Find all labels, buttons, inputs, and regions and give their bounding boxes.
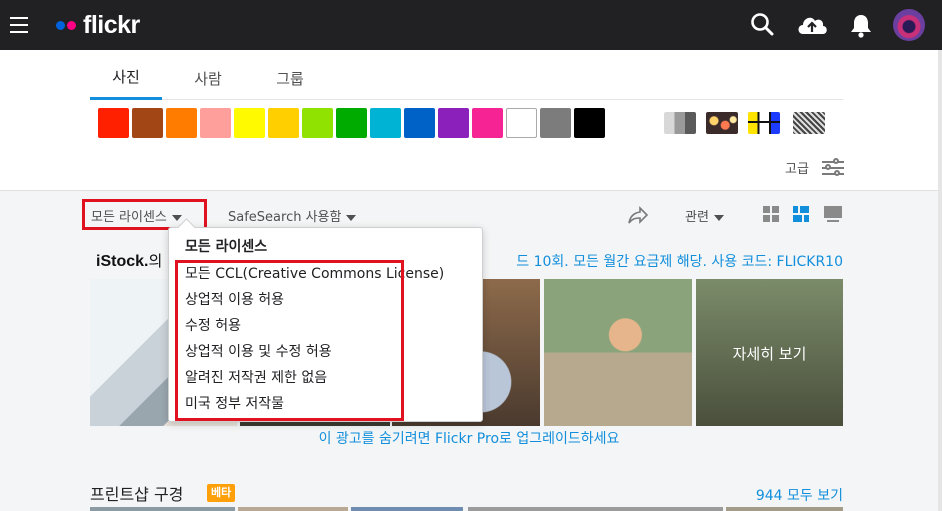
printshop-photo[interactable] [351,507,463,511]
license-option-modifications[interactable]: 수정 허용 [185,315,241,335]
license-option-all[interactable]: 모든 라이센스 [185,236,267,256]
chevron-down-icon [346,214,357,221]
patterns-filter-icon[interactable] [793,112,825,134]
chevron-down-icon [171,214,182,221]
shallow-depth-of-field-filter-icon[interactable] [706,112,738,134]
color-swatch-cyan[interactable] [370,108,401,138]
top-navigation-bar: flickr [0,0,942,50]
tab-groups[interactable]: 그룹 [262,56,318,100]
logo-blue-dot [56,20,65,30]
minimalist-filter-icon[interactable] [748,112,780,134]
logo-text: flickr [83,10,140,39]
see-all-link[interactable]: 944 모두 보기 [756,485,843,505]
ad-photo-see-more[interactable]: 자세히 보기 [696,279,843,426]
advanced-search-label[interactable]: 고급 [785,158,809,177]
license-option-commercial-use[interactable]: 상업적 이용 허용 [185,289,284,309]
color-swatch-gold[interactable] [268,108,299,138]
menu-icon[interactable] [10,17,28,33]
istock-logo: iStock.의 [96,253,163,270]
sort-label: 관련 [685,210,709,225]
color-swatch-white[interactable] [506,108,537,138]
search-tabs: 사진 사람 그룹 [90,56,843,100]
logo-pink-dot [67,20,76,30]
color-swatch-purple[interactable] [438,108,469,138]
color-swatch-gray[interactable] [540,108,571,138]
flickr-logo[interactable]: flickr [56,8,140,42]
tab-photos[interactable]: 사진 [90,56,162,100]
see-more-label: 자세히 보기 [732,345,807,363]
chevron-down-icon [713,214,724,221]
advanced-settings-icon[interactable] [822,158,844,177]
upload-cloud-icon[interactable] [795,10,829,40]
ad-text[interactable]: 드 10회. 모든 월간 요금제 해당. 사용 코드: FLICKR10 [516,251,843,271]
large-view-icon[interactable] [824,206,842,222]
grid-view-icon[interactable] [763,206,779,222]
license-option-commercial-and-mods[interactable]: 상업적 이용 및 수정 허용 [185,341,332,361]
notification-bell-icon[interactable] [846,10,876,40]
color-swatch-pink[interactable] [200,108,231,138]
safesearch-label: SafeSearch 사용함 [228,210,342,225]
color-swatch-brown[interactable] [132,108,163,138]
justified-view-icon[interactable] [793,206,809,222]
printshop-photo[interactable] [90,507,235,511]
tab-people[interactable]: 사람 [180,56,236,100]
color-swatch-blue[interactable] [404,108,435,138]
color-swatch-lime[interactable] [302,108,333,138]
ad-photo-child-bike[interactable] [544,279,692,426]
license-filter-dropdown[interactable]: 모든 라이센스 [91,206,182,225]
license-filter-label: 모든 라이센스 [91,210,167,225]
color-swatch-orange[interactable] [166,108,197,138]
printshop-photo[interactable] [726,507,843,511]
black-and-white-filter-icon[interactable] [664,112,696,134]
license-dropdown-menu: 모든 라이센스 모든 CCL(Creative Commons License)… [168,227,483,422]
upgrade-to-pro-link[interactable]: 이 광고를 숨기려면 Flickr Pro로 업그레이드하세요 [0,428,938,448]
sort-dropdown[interactable]: 관련 [685,206,724,225]
color-swatch-magenta[interactable] [472,108,503,138]
beta-badge: 베타 [207,484,236,502]
color-swatch-black[interactable] [574,108,605,138]
printshop-photo[interactable] [468,507,723,511]
color-swatch-green[interactable] [336,108,367,138]
license-option-creative-commons[interactable]: 모든 CCL(Creative Commons License) [185,263,444,283]
scrollbar[interactable] [938,50,942,511]
search-icon[interactable] [748,10,778,40]
printshop-photo[interactable] [238,507,348,511]
license-option-no-known-copyright[interactable]: 알려진 저작권 제한 없음 [185,367,327,387]
share-icon[interactable] [627,205,649,225]
license-option-us-government[interactable]: 미국 정부 저작물 [185,393,284,413]
color-swatch-red[interactable] [98,108,129,138]
color-swatch-yellow[interactable] [234,108,265,138]
avatar[interactable] [893,9,925,41]
safesearch-filter-dropdown[interactable]: SafeSearch 사용함 [228,206,357,225]
printshop-heading: 프린트샵 구경 [90,485,184,504]
